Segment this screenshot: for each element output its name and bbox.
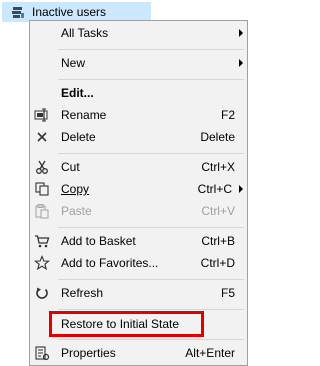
paste-icon	[34, 203, 50, 219]
submenu-arrow-icon	[239, 185, 243, 193]
menu-item-refresh[interactable]: Refresh F5	[30, 282, 247, 304]
menu-item-label: Edit...	[61, 86, 94, 100]
menu-item-shortcut: Ctrl+V	[201, 204, 235, 218]
menu-separator	[58, 339, 244, 340]
menu-item-label: Add to Favorites...	[61, 256, 159, 270]
rename-icon	[34, 107, 50, 123]
menu-item-shortcut: F2	[220, 108, 235, 122]
basket-icon	[34, 233, 50, 249]
menu-item-delete[interactable]: Delete Delete	[30, 126, 247, 148]
menu-item-paste: Paste Ctrl+V	[30, 200, 247, 222]
menu-item-cut[interactable]: Cut Ctrl+X	[30, 156, 247, 178]
user-group-icon	[10, 4, 26, 20]
submenu-arrow-icon	[239, 29, 243, 37]
menu-item-new[interactable]: New	[30, 52, 247, 74]
menu-item-label: Refresh	[61, 286, 104, 300]
menu-item-label: Rename	[61, 108, 107, 122]
copy-icon	[34, 181, 50, 197]
tree-node-label: Inactive users	[32, 5, 107, 19]
menu-item-edit[interactable]: Edit...	[30, 82, 247, 104]
submenu-arrow-icon	[239, 59, 243, 67]
menu-item-shortcut: F5	[220, 286, 235, 300]
menu-item-add-to-basket[interactable]: Add to Basket Ctrl+B	[30, 230, 247, 252]
menu-item-copy[interactable]: Copy Ctrl+C	[30, 178, 247, 200]
menu-item-label: Paste	[61, 204, 92, 218]
refresh-icon	[34, 285, 50, 301]
menu-item-label: Cut	[61, 160, 80, 174]
menu-separator	[58, 49, 244, 50]
tree-node-inactive-users[interactable]: Inactive users	[2, 2, 151, 22]
menu-item-label: Delete	[61, 130, 96, 144]
menu-item-shortcut: Ctrl+X	[201, 160, 235, 174]
menu-item-all-tasks[interactable]: All Tasks	[30, 22, 247, 44]
menu-item-label: Properties	[61, 346, 116, 360]
menu-separator	[58, 153, 244, 154]
menu-item-add-to-favorites[interactable]: Add to Favorites... Ctrl+D	[30, 252, 247, 274]
cut-icon	[34, 159, 50, 175]
menu-item-properties[interactable]: Properties Alt+Enter	[30, 342, 247, 364]
star-icon	[34, 255, 50, 271]
menu-item-shortcut: Ctrl+B	[201, 234, 235, 248]
menu-item-label: New	[61, 56, 86, 70]
menu-item-label: All Tasks	[61, 26, 109, 40]
menu-separator	[58, 309, 244, 310]
properties-icon	[34, 345, 50, 361]
context-menu: All Tasks New Edit... Rename F2 Delete D…	[29, 20, 248, 366]
menu-separator	[58, 79, 244, 80]
menu-separator	[58, 279, 244, 280]
menu-separator	[58, 227, 244, 228]
menu-item-label: Add to Basket	[61, 234, 136, 248]
menu-item-shortcut: Ctrl+C	[197, 182, 232, 196]
highlight-box	[49, 311, 204, 337]
menu-item-shortcut: Alt+Enter	[185, 346, 235, 360]
menu-item-label: Copy	[61, 182, 90, 196]
delete-icon	[34, 129, 50, 145]
menu-item-shortcut: Delete	[200, 130, 235, 144]
menu-item-shortcut: Ctrl+D	[200, 256, 235, 270]
menu-item-rename[interactable]: Rename F2	[30, 104, 247, 126]
